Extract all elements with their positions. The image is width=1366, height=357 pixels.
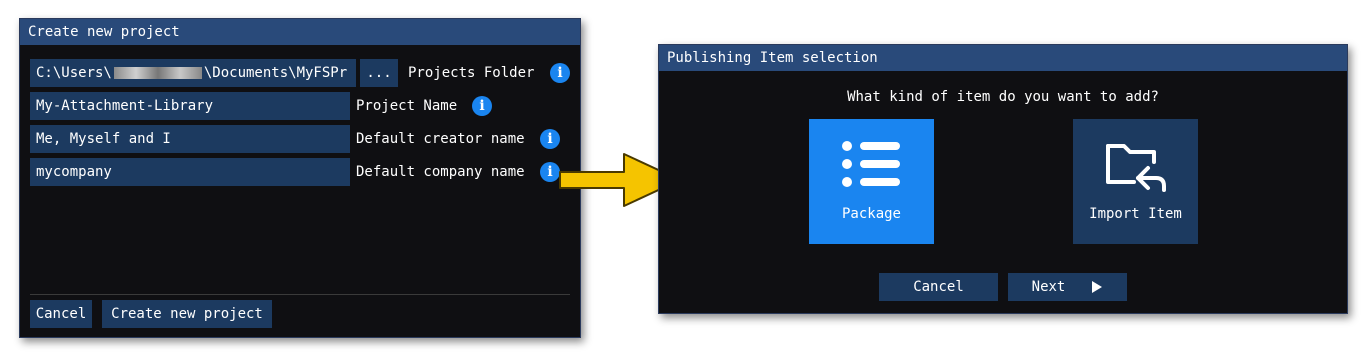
next-button[interactable]: Next	[1008, 273, 1127, 301]
cancel-button[interactable]: Cancel	[879, 273, 998, 301]
folder-import-icon	[1105, 144, 1166, 192]
projects-folder-label: Projects Folder	[408, 65, 535, 81]
project-name-label: Project Name	[356, 98, 458, 114]
info-icon[interactable]: i	[540, 129, 560, 149]
redacted-username	[113, 67, 202, 79]
dialog-title: Create new project	[28, 24, 180, 40]
dialog-title: Publishing Item selection	[667, 50, 878, 66]
info-icon[interactable]: i	[550, 63, 570, 83]
list-icon	[841, 141, 900, 187]
import-item-tile[interactable]: Import Item	[1073, 119, 1198, 244]
dialog-titlebar: Publishing Item selection	[659, 45, 1347, 71]
project-name-input[interactable]: My-Attachment-Library	[30, 92, 350, 120]
dialog-titlebar: Create new project	[20, 19, 580, 45]
play-arrow-icon	[1092, 281, 1103, 293]
question-text: What kind of item do you want to add?	[847, 89, 1159, 105]
tile-label: Package	[841, 206, 901, 222]
browse-folder-button[interactable]: ...	[360, 59, 398, 87]
create-project-dialog: Create new project C:\Users\ \Documents\M…	[19, 18, 581, 338]
package-tile[interactable]: Package	[809, 119, 934, 244]
company-name-input[interactable]: mycompany	[30, 158, 350, 186]
info-icon[interactable]: i	[472, 96, 492, 116]
tile-label: Import Item	[1089, 206, 1182, 222]
divider	[30, 294, 570, 295]
projects-folder-input[interactable]: C:\Users\ \Documents\MyFSPr	[30, 59, 356, 87]
publishing-item-dialog: Publishing Item selection What kind of i…	[658, 44, 1348, 314]
creator-name-input[interactable]: Me, Myself and I	[30, 125, 350, 153]
create-project-button[interactable]: Create new project	[102, 300, 272, 328]
creator-name-label: Default creator name	[356, 131, 525, 147]
company-name-label: Default company name	[356, 164, 525, 180]
cancel-button[interactable]: Cancel	[30, 300, 92, 328]
